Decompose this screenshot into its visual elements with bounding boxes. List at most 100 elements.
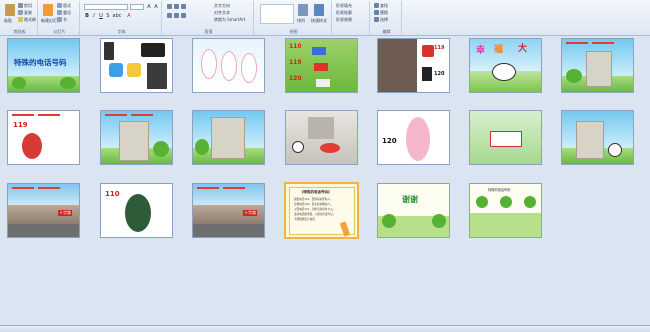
building-shape	[586, 51, 612, 87]
slide-title-text: 特殊的电话号码	[14, 58, 67, 67]
slide-thumbnail[interactable]: 119 120	[377, 38, 450, 93]
clipboard-group-label: 剪贴板	[13, 29, 26, 34]
reset-icon[interactable]	[57, 10, 62, 15]
slide-thumbnail[interactable]	[469, 110, 542, 165]
new-slide-icon[interactable]	[43, 4, 53, 16]
shape-effects-button[interactable]: 形状效果	[336, 17, 352, 22]
bullets-icon[interactable]	[167, 4, 172, 9]
arrange-button[interactable]: 排列	[297, 18, 305, 23]
text-direction-button[interactable]: 文字方向	[214, 3, 230, 8]
paste-icon[interactable]	[5, 4, 15, 16]
align-center-icon[interactable]	[174, 13, 179, 18]
paste-button[interactable]: 粘贴	[4, 18, 12, 23]
quick-styles-icon[interactable]	[314, 4, 324, 16]
slide-thumbnail[interactable]: 谢谢	[377, 183, 450, 238]
police-character	[125, 194, 151, 232]
shadow-button[interactable]: S	[105, 13, 111, 19]
reset-button[interactable]: 重设	[63, 10, 71, 15]
section-button[interactable]: 节	[63, 17, 67, 22]
poem-title: 《特殊的电话号码》	[300, 190, 332, 194]
font-size-select[interactable]	[130, 4, 144, 10]
ambulance-image	[490, 131, 522, 147]
slide-thumbnail[interactable]	[100, 38, 173, 93]
replace-button[interactable]: 替换	[380, 10, 388, 15]
child-character	[320, 143, 340, 153]
slide-thumbnail[interactable]: 特殊的电话号码	[7, 38, 80, 93]
underline-button[interactable]: U	[98, 13, 104, 19]
number-119: 119	[434, 45, 445, 51]
bold-button[interactable]: B	[84, 13, 90, 19]
font-color-button[interactable]: A	[126, 13, 132, 19]
slide-thumbnail[interactable]	[192, 110, 265, 165]
slide-thumbnail[interactable]	[561, 38, 634, 93]
tree-shape	[524, 196, 536, 208]
align-left-icon[interactable]	[167, 13, 172, 18]
select-icon[interactable]	[374, 17, 379, 22]
status-bar	[0, 325, 650, 332]
rabbit-character	[221, 51, 237, 81]
telephone-image	[422, 67, 432, 81]
tree-shape	[195, 139, 209, 155]
slide-thumbnail[interactable]: 十字路	[192, 183, 265, 238]
layout-icon[interactable]	[57, 3, 62, 8]
paragraph-group: 文字方向 对齐文本 转换为 SmartArt 段落	[164, 1, 254, 35]
slide-thumbnail[interactable]: 十字路	[7, 183, 80, 238]
layout-button[interactable]: 版式	[63, 3, 71, 8]
building-shape	[119, 121, 149, 161]
shape-outline-button[interactable]: 形状轮廓	[336, 10, 352, 15]
font-name-select[interactable]	[84, 4, 128, 10]
slide-thumbnail[interactable]: 119	[7, 110, 80, 165]
slide-thumbnail[interactable]	[285, 110, 358, 165]
slide-thumbnail[interactable]: 110	[100, 183, 173, 238]
happy-char: 大	[518, 44, 528, 54]
shrink-font-button[interactable]: A	[153, 4, 159, 10]
rabbit-character	[201, 49, 217, 79]
slide-thumbnail[interactable]	[100, 110, 173, 165]
slide-thumbnail[interactable]: 幸 福 大	[469, 38, 542, 93]
number-120: 120	[382, 137, 397, 145]
slide-thumbnail[interactable]	[192, 38, 265, 93]
arrange-icon[interactable]	[298, 4, 308, 16]
strikethrough-button[interactable]: abc	[112, 13, 122, 19]
slide-thumbnail[interactable]: 120	[377, 110, 450, 165]
slides-group: 新建幻灯片 版式 重设 节 幻灯片	[40, 1, 80, 35]
shape-fill-button[interactable]: 形状填充	[336, 3, 352, 8]
slide-thumbnail[interactable]: 110 119 120	[285, 38, 358, 93]
slide-thumbnail-selected[interactable]: 《特殊的电话号码》 遇警电话110，警察叔叔帮助人。 急救电话120，医生叔叔救…	[284, 182, 359, 239]
grow-font-button[interactable]: A	[146, 4, 152, 10]
editing-group-label: 编辑	[382, 29, 391, 34]
quick-styles-button[interactable]: 快速样式	[311, 18, 327, 23]
number-120: 120	[434, 71, 445, 77]
poem-line: 不能随便乱打电话。	[294, 218, 318, 221]
slide-thumbnail[interactable]: 特殊的电话号码	[469, 183, 542, 238]
shapes-gallery[interactable]	[260, 4, 294, 24]
replace-icon[interactable]	[374, 10, 379, 15]
indent-icon[interactable]	[181, 4, 186, 9]
tree-shape	[153, 141, 169, 157]
cut-icon[interactable]	[18, 3, 23, 8]
section-icon[interactable]	[57, 17, 62, 22]
align-text-button[interactable]: 对齐文本	[214, 10, 230, 15]
poem-line: 这些电话很重要，小朋友们要牢记。	[294, 213, 336, 216]
number-119: 119	[289, 59, 302, 66]
rabbit-character	[241, 53, 257, 83]
numbering-icon[interactable]	[174, 4, 179, 9]
number-110: 110	[105, 190, 120, 198]
poem-line: 遇警电话110，警察叔叔帮助人。	[294, 198, 333, 201]
slide-sorter: 特殊的电话号码 110 119 120 119 120 幸 福 大 119 12…	[0, 36, 650, 325]
format-painter-icon[interactable]	[18, 17, 23, 22]
thanks-text: 谢谢	[402, 195, 418, 204]
format-painter-button[interactable]: 格式刷	[24, 17, 36, 22]
align-right-icon[interactable]	[181, 13, 186, 18]
smartart-button[interactable]: 转换为 SmartArt	[214, 17, 245, 22]
slide-thumbnail[interactable]	[561, 110, 634, 165]
cut-button[interactable]: 剪切	[24, 3, 32, 8]
find-button[interactable]: 查找	[380, 3, 388, 8]
copy-button[interactable]: 复制	[24, 10, 32, 15]
copy-icon[interactable]	[18, 10, 23, 15]
select-button[interactable]: 选择	[380, 17, 388, 22]
italic-button[interactable]: I	[91, 13, 97, 19]
building-shape	[211, 117, 245, 159]
find-icon[interactable]	[374, 3, 379, 8]
watch-image	[127, 63, 141, 77]
